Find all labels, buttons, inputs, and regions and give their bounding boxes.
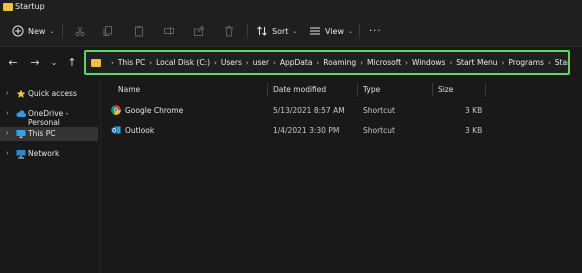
delete-button[interactable] [223, 22, 235, 40]
sidebar-item-quick-access[interactable]: › Quick access [0, 87, 98, 101]
chevron-right-icon[interactable]: › [502, 59, 505, 67]
sidebar-item-onedrive[interactable]: › OneDrive - Personal [0, 107, 98, 127]
file-name[interactable]: Outlook [125, 126, 154, 135]
table-row[interactable]: Outlook 1/4/2021 3:30 PM Shortcut 3 KB [101, 122, 582, 138]
column-divider[interactable] [357, 83, 358, 97]
chrome-icon [111, 105, 121, 115]
breadcrumb-startup[interactable]: Startup [555, 58, 568, 67]
column-header-size[interactable]: Size [438, 85, 453, 94]
column-header-date[interactable]: Date modified [273, 85, 326, 94]
toolbar-divider [247, 24, 248, 38]
window-title: Startup [15, 2, 45, 11]
folder-icon [3, 3, 13, 11]
more-options-button[interactable]: ··· [369, 22, 382, 40]
new-label: New [28, 26, 46, 36]
title-bar: Startup [0, 0, 582, 16]
forward-arrow-icon[interactable]: → [28, 56, 42, 70]
toolbar-divider [62, 24, 63, 38]
outlook-icon [111, 125, 121, 135]
chevron-right-icon[interactable]: › [6, 109, 9, 117]
column-divider[interactable] [432, 83, 433, 97]
star-icon [16, 89, 26, 99]
breadcrumb-user[interactable]: user [253, 58, 269, 67]
address-row: ← → ⌄ ↑ › This PC › Local Disk (C:) › Us… [0, 47, 582, 80]
copy-icon [102, 25, 114, 37]
view-list-icon [309, 25, 321, 37]
file-name[interactable]: Google Chrome [125, 106, 183, 115]
table-row[interactable]: Google Chrome 5/13/2021 8:57 AM Shortcut… [101, 102, 582, 118]
chevron-right-icon[interactable]: › [548, 59, 551, 67]
chevron-down-icon: ⌄ [347, 27, 354, 35]
sort-icon [256, 25, 268, 37]
breadcrumb-start-menu[interactable]: Start Menu [456, 58, 497, 67]
cloud-icon [16, 109, 27, 119]
view-label: View [325, 26, 344, 36]
address-bar[interactable]: › This PC › Local Disk (C:) › Users › us… [84, 50, 570, 75]
network-icon [16, 149, 26, 159]
chevron-right-icon[interactable]: › [111, 59, 114, 67]
trash-icon [223, 25, 235, 37]
breadcrumb-appdata[interactable]: AppData [280, 58, 313, 67]
file-size: 3 KB [465, 126, 483, 135]
new-button[interactable]: New ⌄ [12, 22, 54, 40]
cut-button[interactable] [74, 22, 86, 40]
rename-button[interactable] [163, 22, 175, 40]
breadcrumb-users[interactable]: Users [221, 58, 242, 67]
chevron-right-icon[interactable]: › [6, 149, 9, 157]
share-button[interactable] [193, 22, 205, 40]
column-header-type[interactable]: Type [363, 85, 380, 94]
sort-label: Sort [272, 26, 289, 36]
chevron-right-icon[interactable]: › [149, 59, 152, 67]
toolbar-divider [359, 24, 360, 38]
paste-button[interactable] [133, 22, 145, 40]
file-date-modified: 5/13/2021 8:57 AM [273, 106, 345, 115]
column-divider[interactable] [267, 83, 268, 97]
sidebar-item-label: This PC [28, 129, 56, 138]
chevron-right-icon[interactable]: › [360, 59, 363, 67]
chevron-down-icon: ⌄ [292, 27, 298, 35]
back-arrow-icon[interactable]: ← [6, 56, 20, 70]
breadcrumb-windows[interactable]: Windows [412, 58, 445, 67]
command-bar: New ⌄ Sort ⌄ View ⌄ ··· [0, 16, 582, 47]
up-arrow-icon[interactable]: ↑ [65, 56, 79, 70]
view-button[interactable]: View ⌄ [309, 22, 353, 40]
chevron-right-icon[interactable]: › [273, 59, 276, 67]
sidebar-item-network[interactable]: › Network [0, 147, 98, 161]
chevron-right-icon[interactable]: › [405, 59, 408, 67]
clipboard-icon [133, 25, 145, 37]
chevron-right-icon[interactable]: › [449, 59, 452, 67]
chevron-right-icon[interactable]: › [6, 89, 9, 97]
computer-icon [16, 129, 26, 139]
chevron-right-icon[interactable]: › [316, 59, 319, 67]
sidebar-item-this-pc[interactable]: › This PC [0, 127, 98, 141]
file-type: Shortcut [363, 106, 395, 115]
column-divider[interactable] [485, 83, 486, 97]
chevron-down-icon: ⌄ [49, 27, 55, 35]
scissors-icon [74, 25, 86, 37]
rename-icon [163, 25, 175, 37]
share-icon [193, 25, 205, 37]
folder-icon [91, 58, 101, 67]
chevron-right-icon[interactable]: › [6, 129, 9, 137]
recent-locations-chevron-icon[interactable]: ⌄ [47, 56, 61, 70]
file-list: Name Date modified Type Size Google Chro… [101, 80, 582, 273]
column-header-name[interactable]: Name [118, 85, 140, 94]
sort-button[interactable]: Sort ⌄ [256, 22, 297, 40]
breadcrumb-programs[interactable]: Programs [508, 58, 544, 67]
sidebar-item-label: Quick access [28, 89, 77, 98]
breadcrumb-microsoft[interactable]: Microsoft [367, 58, 401, 67]
plus-circle-icon [12, 25, 24, 37]
sidebar-item-label: OneDrive - Personal [28, 109, 69, 127]
copy-button[interactable] [102, 22, 114, 40]
file-date-modified: 1/4/2021 3:30 PM [273, 126, 340, 135]
file-type: Shortcut [363, 126, 395, 135]
chevron-right-icon[interactable]: › [214, 59, 217, 67]
chevron-right-icon[interactable]: › [246, 59, 249, 67]
breadcrumb-this-pc[interactable]: This PC [118, 58, 145, 67]
file-size: 3 KB [465, 106, 483, 115]
navigation-pane: › Quick access › OneDrive - Personal › T… [0, 80, 100, 273]
breadcrumb-roaming[interactable]: Roaming [323, 58, 356, 67]
sidebar-item-label: Network [28, 149, 60, 158]
breadcrumb-local-disk[interactable]: Local Disk (C:) [156, 58, 210, 67]
